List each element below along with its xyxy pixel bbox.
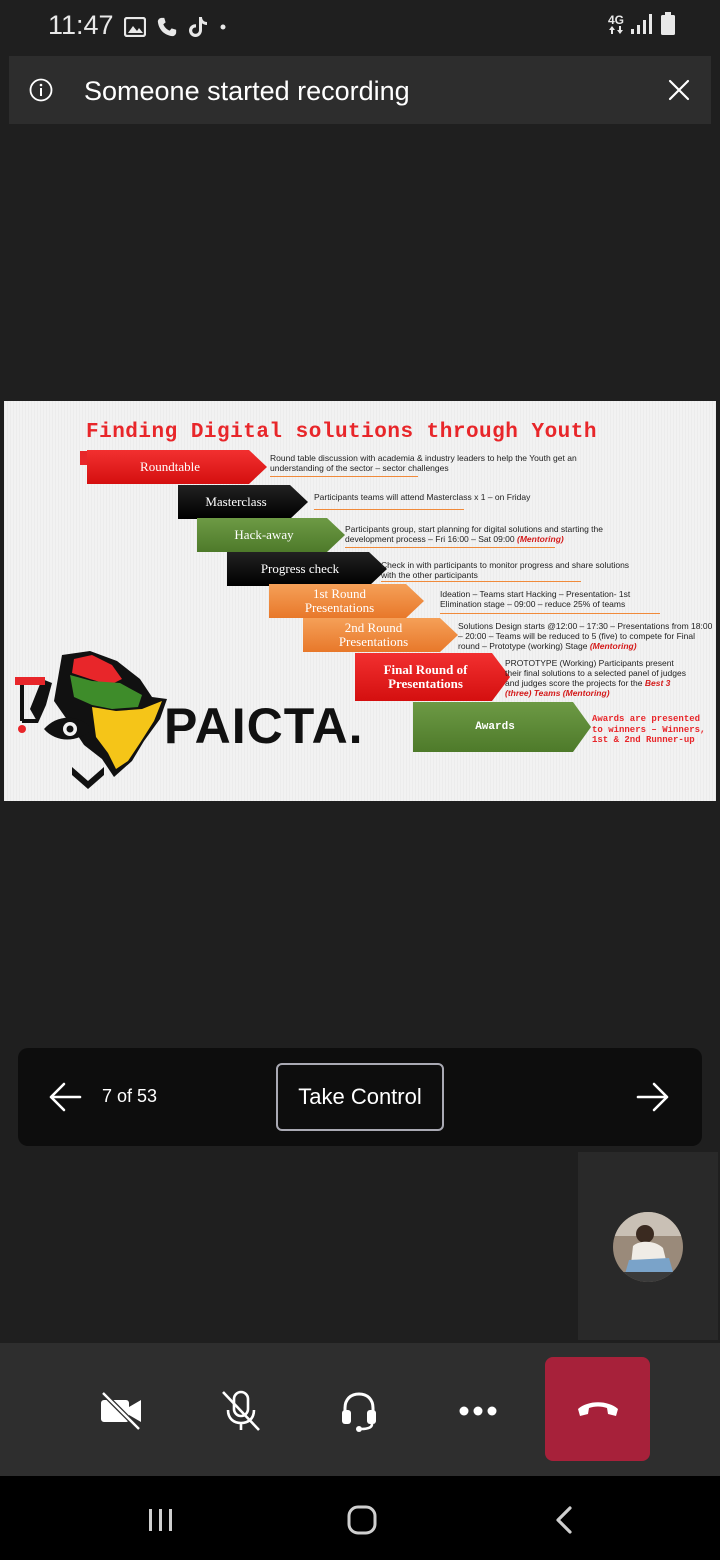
step-label: Presentations [388,676,463,691]
recording-banner: Someone started recording [9,56,711,124]
divider [381,581,581,582]
tiktok-icon [189,17,207,37]
step-description: Round table discussion with academia & i… [270,453,577,473]
step-final-round: Final Round of Presentations [355,653,510,701]
paicta-logo-icon [15,651,167,789]
status-bar: 11:47 4G [0,0,720,54]
battery-icon [661,12,675,35]
step-progress-check: Progress check [227,552,387,586]
avatar-photo [613,1212,683,1282]
self-view-tile[interactable] [578,1152,718,1340]
step-description: Solutions Design starts @12:00 – 17:30 –… [458,621,713,651]
step-label: Presentations [304,600,375,615]
step-label: Awards [475,721,515,733]
divider [270,476,418,477]
home-icon [347,1505,377,1535]
banner-message: Someone started recording [84,76,410,106]
avatar [613,1212,683,1282]
status-time: 11:47 [48,10,114,40]
step-second-round: 2nd Round Presentations [303,618,458,652]
system-status: 4G [608,12,676,36]
mic-toggle-button[interactable] [211,1383,271,1439]
step-description: Check in with participants to monitor pr… [381,560,630,580]
network-type: 4G [607,13,624,27]
gallery-icon [124,17,146,37]
step-description: Participants group, start planning for d… [345,524,603,544]
step-label: 1st Round [312,586,367,601]
call-controls [0,1343,720,1476]
more-icon [459,1406,497,1416]
phone-icon [157,17,177,37]
step-label: Hack-away [234,527,294,542]
step-awards: Awards [413,702,591,752]
step-masterclass: Masterclass [178,485,308,519]
page-indicator: 7 of 53 [102,1086,158,1106]
recents-button[interactable] [131,1500,191,1540]
close-icon[interactable] [667,78,691,102]
step-description: PROTOTYPE (Working) Participants present… [505,658,686,698]
title-overlap-fragment [80,451,88,465]
step-label: Roundtable [140,459,200,474]
hang-up-button[interactable] [545,1357,650,1461]
step-description: Participants teams will attend Mastercla… [314,492,531,502]
notification-icons [124,12,228,42]
dot-icon [220,24,226,30]
step-label: Progress check [260,561,340,576]
headset-icon [342,1392,376,1432]
signal-icon [631,14,652,34]
take-control-button[interactable]: Take Control [276,1063,444,1131]
step-label: 2nd Round [344,620,403,635]
step-hack-away: Hack-away [197,518,345,552]
step-description: Ideation – Teams start Hacking – Present… [440,589,631,609]
home-button[interactable] [332,1500,392,1540]
step-roundtable: Roundtable [87,450,267,484]
divider [345,547,555,548]
logo-text: PAICTA. [164,698,364,754]
step-label: Final Round of [383,662,468,677]
step-first-round: 1st Round Presentations [269,584,424,618]
system-nav-bar [0,1476,720,1560]
presentation-controls: 7 of 53 Take Control [18,1048,702,1146]
step-description: Awards are presented to winners – Winner… [592,714,706,745]
hangup-icon [577,1402,618,1416]
audio-device-button[interactable] [329,1383,389,1439]
divider [440,613,660,614]
back-button[interactable] [534,1500,594,1540]
data-arrows-icon [608,26,623,34]
step-label: Masterclass [205,494,267,509]
video-toggle-button[interactable] [91,1383,151,1439]
more-options-button[interactable] [448,1383,508,1439]
step-label: Presentations [338,634,409,649]
mic-off-icon [222,1390,260,1431]
info-icon [29,78,53,102]
arrow-right-icon[interactable] [636,1081,670,1113]
recents-icon [149,1509,172,1531]
shared-slide: Finding Digital solutions through Youth … [4,401,716,801]
slide-title: Finding Digital solutions through Youth [86,421,597,444]
video-off-icon [101,1391,141,1431]
back-icon [556,1506,572,1534]
divider [314,509,464,510]
arrow-left-icon[interactable] [48,1081,82,1113]
